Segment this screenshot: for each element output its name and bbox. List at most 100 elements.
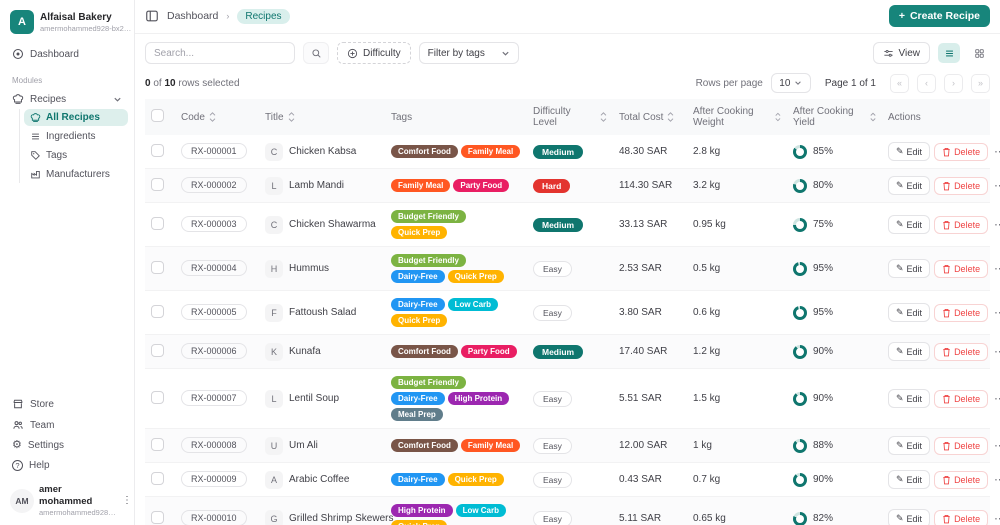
pencil-icon: ✎ <box>896 393 904 403</box>
edit-button[interactable]: ✎ Edit <box>888 389 931 408</box>
search-input[interactable] <box>145 42 295 64</box>
select-all-checkbox[interactable] <box>151 109 164 122</box>
toolbar: Difficulty Filter by tags View <box>135 34 1000 68</box>
delete-button[interactable]: Delete <box>934 215 989 234</box>
user-menu[interactable]: AM amer mohammed amermohammed928@g.. ⋮ <box>6 476 132 519</box>
row-more-button[interactable]: ⋯ <box>992 512 1000 525</box>
edit-button[interactable]: ✎ Edit <box>888 303 931 322</box>
row-checkbox[interactable] <box>151 471 164 485</box>
sidebar-item-tags[interactable]: Tags <box>24 147 128 164</box>
sidebar-item-label: Tags <box>46 150 68 161</box>
recipe-code: RX-000006 <box>181 343 247 359</box>
delete-button[interactable]: Delete <box>934 470 989 489</box>
edit-button[interactable]: ✎ Edit <box>888 259 931 278</box>
recipe-initial-avatar: A <box>265 470 283 489</box>
tags-filter-select[interactable]: Filter by tags <box>418 42 519 64</box>
first-page-button[interactable]: « <box>890 73 909 93</box>
column-header-yield[interactable]: After Cooking Yield <box>787 99 882 135</box>
row-more-button[interactable]: ⋯ <box>992 179 1000 192</box>
edit-button[interactable]: ✎ Edit <box>888 215 931 234</box>
edit-button[interactable]: ✎ Edit <box>888 470 931 489</box>
edit-button[interactable]: ✎ Edit <box>888 509 931 525</box>
sidebar-item-ingredients[interactable]: Ingredients <box>24 128 128 145</box>
total-cost-value: 17.40 SAR <box>613 334 687 369</box>
difficulty-badge: Medium <box>533 344 584 359</box>
search-icon[interactable] <box>303 42 329 64</box>
difficulty-filter-button[interactable]: Difficulty <box>337 42 411 64</box>
sidebar-item-team[interactable]: Team <box>6 415 128 435</box>
delete-button[interactable]: Delete <box>934 389 989 408</box>
pencil-icon: ✎ <box>896 474 904 484</box>
kebab-menu-icon[interactable]: ⋮ <box>122 495 132 506</box>
delete-button[interactable]: Delete <box>934 436 989 455</box>
column-header-cost[interactable]: Total Cost <box>613 99 687 135</box>
recipe-code: RX-000001 <box>181 143 247 159</box>
trash-icon <box>943 441 950 450</box>
edit-button[interactable]: ✎ Edit <box>888 342 931 361</box>
sidebar-item-store[interactable]: Store <box>6 394 128 414</box>
workspace-switcher[interactable]: A Alfaisal Bakery amermohammed928-bx2kug <box>6 8 132 44</box>
edit-button[interactable]: ✎ Edit <box>888 176 931 195</box>
delete-button[interactable]: Delete <box>934 303 989 322</box>
list-view-toggle[interactable] <box>938 43 960 63</box>
delete-button[interactable]: Delete <box>934 509 989 525</box>
row-checkbox[interactable] <box>151 304 164 318</box>
row-checkbox[interactable] <box>151 260 164 274</box>
row-checkbox[interactable] <box>151 177 164 191</box>
next-page-button[interactable]: › <box>944 73 963 93</box>
sort-icon <box>775 112 781 122</box>
sidebar-item-manufacturers[interactable]: Manufacturers <box>24 166 128 183</box>
column-header-actions: Actions <box>888 111 921 123</box>
row-more-button[interactable]: ⋯ <box>992 306 1000 319</box>
breadcrumb-dashboard[interactable]: Dashboard <box>167 10 218 22</box>
recipe-initial-avatar: C <box>265 215 283 234</box>
tags-filter-label: Filter by tags <box>427 47 485 59</box>
delete-button[interactable]: Delete <box>934 176 989 195</box>
tag-pill: Family Meal <box>460 439 521 452</box>
recipe-tags: Dairy-Free Quick Prep <box>391 473 521 486</box>
row-more-button[interactable]: ⋯ <box>992 218 1000 231</box>
row-checkbox[interactable] <box>151 390 164 404</box>
row-checkbox[interactable] <box>151 216 164 230</box>
row-checkbox[interactable] <box>151 437 164 451</box>
row-more-button[interactable]: ⋯ <box>992 145 1000 158</box>
row-checkbox[interactable] <box>151 343 164 357</box>
team-icon <box>12 419 24 431</box>
sidebar-item-dashboard[interactable]: Dashboard <box>6 44 128 64</box>
recipe-initial-avatar: K <box>265 342 283 361</box>
sidebar-group-recipes[interactable]: Recipes <box>6 89 128 109</box>
edit-button[interactable]: ✎ Edit <box>888 436 931 455</box>
grid-view-toggle[interactable] <box>968 43 990 63</box>
create-recipe-button[interactable]: + Create Recipe <box>888 5 990 27</box>
tag-pill: Budget Friendly <box>391 254 466 267</box>
yield-value: 80% <box>813 180 834 191</box>
column-header-code[interactable]: Code <box>175 99 259 135</box>
row-checkbox[interactable] <box>151 143 164 157</box>
row-more-button[interactable]: ⋯ <box>992 473 1000 486</box>
prev-page-button[interactable]: ‹ <box>917 73 936 93</box>
delete-button[interactable]: Delete <box>934 342 989 361</box>
delete-button[interactable]: Delete <box>934 259 989 278</box>
sidebar-item-all-recipes[interactable]: All Recipes <box>24 109 128 126</box>
sidebar-toggle-icon[interactable] <box>145 9 159 23</box>
column-header-weight[interactable]: After Cooking Weight <box>687 99 787 135</box>
row-checkbox[interactable] <box>151 510 164 524</box>
edit-button[interactable]: ✎ Edit <box>888 142 931 161</box>
total-cost-value: 0.43 SAR <box>613 462 687 497</box>
column-header-difficulty[interactable]: Difficulty Level <box>527 99 613 135</box>
create-recipe-label: Create Recipe <box>909 10 980 22</box>
last-page-button[interactable]: » <box>971 73 990 93</box>
breadcrumb-recipes[interactable]: Recipes <box>237 8 290 24</box>
rows-per-page-select[interactable]: 10 <box>770 73 811 93</box>
row-more-button[interactable]: ⋯ <box>992 392 1000 405</box>
row-more-button[interactable]: ⋯ <box>992 439 1000 452</box>
sidebar-item-help[interactable]: ? Help <box>6 456 128 475</box>
row-more-button[interactable]: ⋯ <box>992 262 1000 275</box>
sidebar-item-settings[interactable]: ⚙ Settings <box>6 436 128 455</box>
column-header-title[interactable]: Title <box>259 99 385 135</box>
view-options-button[interactable]: View <box>872 42 930 64</box>
row-more-button[interactable]: ⋯ <box>992 345 1000 358</box>
delete-button[interactable]: Delete <box>934 142 989 161</box>
table-row: RX-000003 C Chicken Shawarma Budget Frie… <box>145 202 1000 247</box>
tag-pill: Quick Prep <box>391 314 448 327</box>
